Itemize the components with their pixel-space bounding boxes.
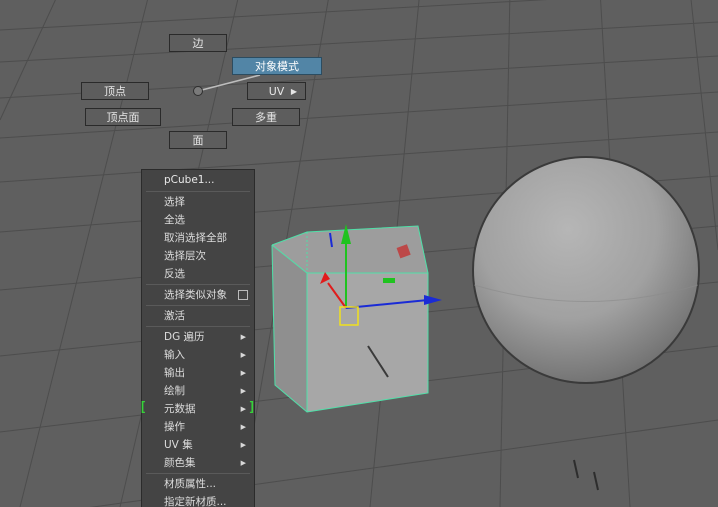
menu-item-label: 选择 (164, 196, 185, 208)
multi-label: 多重 (255, 111, 277, 124)
menu-item-select-hierarchy[interactable]: 选择层次 (142, 247, 254, 265)
context-menu: pCube1... 选择 全选 取消选择全部 选择层次 反选 选择类似对象 激活… (141, 169, 255, 507)
vertex-label: 顶点 (104, 85, 126, 98)
scene-3d[interactable] (0, 0, 718, 507)
menu-item-label: 全选 (164, 214, 185, 226)
menu-separator (146, 305, 250, 306)
object-mode-button[interactable]: 对象模式 (232, 57, 322, 75)
submenu-arrow-icon: ▶ (240, 333, 246, 341)
menu-item-paint[interactable]: 绘制 ▶ (142, 382, 254, 400)
menu-title: pCube1... (164, 174, 215, 186)
submenu-arrow-icon: ▶ (240, 351, 246, 359)
edge-button[interactable]: 边 (169, 34, 227, 52)
face-label: 面 (192, 134, 204, 147)
menu-item-label: DG 遍历 (164, 331, 205, 343)
option-box-icon[interactable] (238, 290, 248, 300)
menu-item-label: 输入 (164, 349, 185, 361)
menu-separator (146, 191, 250, 192)
menu-item-assign-new-material[interactable]: 指定新材质... (142, 493, 254, 507)
menu-item-label: 激活 (164, 310, 185, 322)
menu-item-label: 材质属性... (164, 478, 217, 490)
face-button[interactable]: 面 (169, 131, 227, 149)
highlight-bracket-right-icon: ] (248, 400, 256, 415)
vertex-button[interactable]: 顶点 (81, 82, 149, 100)
object-mode-label: 对象模式 (255, 60, 299, 73)
menu-item-label: 操作 (164, 421, 185, 433)
vertex-face-button[interactable]: 顶点面 (85, 108, 161, 126)
menu-item-label: 元数据 (164, 403, 196, 415)
sphere-object[interactable] (472, 156, 700, 384)
menu-item-label: 取消选择全部 (164, 232, 227, 244)
menu-item-label: 绘制 (164, 385, 185, 397)
menu-item-invert-selection[interactable]: 反选 (142, 265, 254, 283)
menu-item-deselect-all[interactable]: 取消选择全部 (142, 229, 254, 247)
submenu-arrow-icon: ▶ (240, 387, 246, 395)
submenu-arrow-icon: ▶ (240, 369, 246, 377)
menu-item-inputs[interactable]: 输入 ▶ (142, 346, 254, 364)
menu-item-label: 指定新材质... (164, 496, 227, 507)
edge-label: 边 (192, 37, 204, 50)
submenu-arrow-icon: ▶ (290, 87, 297, 96)
menu-item-color-sets[interactable]: 颜色集 ▶ (142, 454, 254, 472)
uv-button[interactable]: UV ▶ (247, 82, 306, 100)
viewport[interactable]: 边 对象模式 顶点 UV ▶ 顶点面 多重 面 pCube1... 选择 全选 取… (0, 0, 718, 507)
submenu-arrow-icon: ▶ (240, 405, 246, 413)
menu-item-select-similar[interactable]: 选择类似对象 (142, 286, 254, 304)
menu-item-label: UV 集 (164, 439, 193, 451)
menu-item-dg-traversal[interactable]: DG 遍历 ▶ (142, 328, 254, 346)
menu-separator (146, 473, 250, 474)
menu-item-select-all[interactable]: 全选 (142, 211, 254, 229)
x-axis-handle-icon (424, 295, 442, 305)
highlight-bracket-left-icon: [ (139, 400, 147, 415)
menu-item-label: 选择类似对象 (164, 289, 227, 301)
menu-item-label: 反选 (164, 268, 185, 280)
menu-separator (146, 284, 250, 285)
menu-item-label: 输出 (164, 367, 185, 379)
menu-item-outputs[interactable]: 输出 ▶ (142, 364, 254, 382)
multi-button[interactable]: 多重 (232, 108, 300, 126)
menu-item-label: 选择层次 (164, 250, 206, 262)
menu-item-select[interactable]: 选择 (142, 193, 254, 211)
menu-item-activate[interactable]: 激活 (142, 307, 254, 325)
ground-marks (573, 459, 599, 491)
menu-separator (146, 326, 250, 327)
menu-item-uv-sets[interactable]: UV 集 ▶ (142, 436, 254, 454)
submenu-arrow-icon: ▶ (240, 423, 246, 431)
uv-label: UV (268, 85, 285, 98)
menu-item-actions[interactable]: 操作 ▶ (142, 418, 254, 436)
marking-menu-center-icon (193, 86, 203, 96)
vertex-face-label: 顶点面 (106, 111, 140, 124)
menu-item-metadata[interactable]: 元数据 ▶ (142, 400, 254, 418)
menu-item-material-attributes[interactable]: 材质属性... (142, 475, 254, 493)
plane-handle-icon (383, 278, 395, 283)
menu-item-label: 颜色集 (164, 457, 196, 469)
submenu-arrow-icon: ▶ (240, 459, 246, 467)
submenu-arrow-icon: ▶ (240, 441, 246, 449)
